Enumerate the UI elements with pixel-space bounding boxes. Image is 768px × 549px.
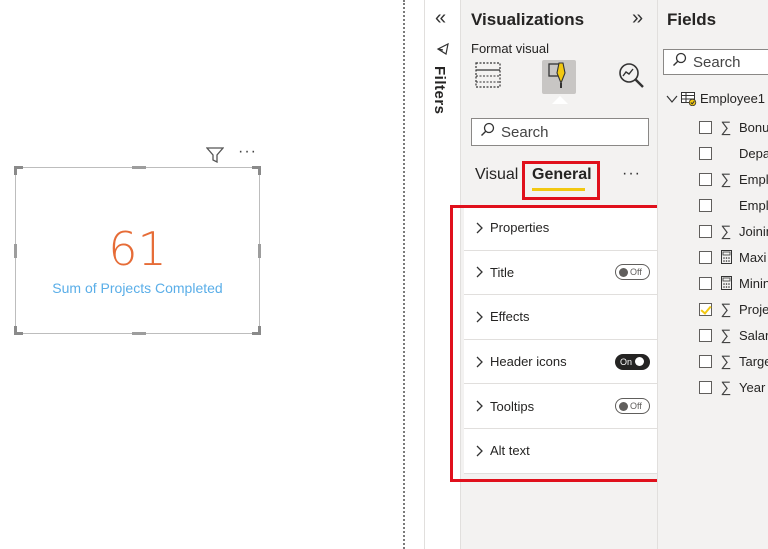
calculator-icon [719,276,733,290]
card-visual[interactable]: 61 Sum of Projects Completed [14,166,261,335]
table-icon [475,61,501,93]
field-item[interactable]: ∑ Salar [699,322,768,348]
more-options-icon[interactable]: ··· [238,144,257,160]
resize-corner-bottom-left[interactable] [14,326,23,335]
resize-corner-bottom-right[interactable] [252,326,261,335]
field-checkbox[interactable] [699,146,712,160]
field-name: Maxi [739,249,767,265]
field-item[interactable]: Minin [699,270,768,296]
field-checkbox[interactable] [699,380,712,394]
field-name: Minin [739,275,768,291]
calculator-icon [719,250,733,264]
filter-icon [436,42,450,61]
format-search-input[interactable] [501,123,641,141]
field-item[interactable]: ∑ Proje [699,296,768,322]
format-search-box[interactable] [471,118,649,146]
filter-icon[interactable] [206,147,224,163]
field-name: Salar [739,327,768,343]
fields-title: Fields [667,10,717,29]
field-checkbox[interactable] [699,224,712,238]
sigma-icon: ∑ [720,352,732,370]
analytics-icon [617,61,645,94]
format-brush-icon [546,61,572,94]
field-item[interactable]: ∑ Bonu [699,114,768,140]
visual-header: ··· [206,144,257,164]
resize-handle-left[interactable] [14,244,17,258]
page-boundary [403,0,405,549]
card-label: Sum of Projects Completed [52,280,223,296]
report-canvas[interactable]: ··· 61 Sum of Projects Completed [0,0,404,549]
tab-general[interactable]: General [532,166,592,184]
resize-handle-right[interactable] [258,244,261,258]
field-list: ∑ Bonu Depa ∑ Empl Empl ∑ Joinin [699,114,768,400]
field-name: Targe [739,353,768,369]
fields-search-input[interactable] [693,53,768,71]
fields-search-box[interactable] [663,49,768,75]
field-checkbox[interactable] [699,328,712,342]
sigma-icon: ∑ [720,326,732,344]
field-item[interactable]: ∑ Year [699,374,768,400]
table-node-employee1[interactable]: Employee1 [666,91,765,106]
filters-pane-label[interactable]: Filters [431,66,448,115]
field-name: Joinin [739,223,768,239]
field-name: Year [739,379,766,395]
field-checkbox[interactable] [699,250,712,264]
sigma-icon: ∑ [720,300,732,318]
more-options-icon[interactable]: ··· [622,165,641,183]
card-value: 61 [108,222,167,276]
field-name: Bonu [739,119,768,135]
resize-corner-top-left[interactable] [14,166,23,175]
field-name: Depa [739,145,768,161]
sigma-icon: ∑ [720,222,732,240]
tab-visual[interactable]: Visual [475,166,518,184]
field-item[interactable]: Empl [699,192,768,218]
sections-highlight [450,205,678,482]
chevron-down-icon [666,95,678,103]
search-icon [480,122,495,142]
field-checkbox[interactable] [699,198,712,212]
table-icon [681,91,697,106]
search-icon [672,52,687,72]
analytics-button[interactable] [614,60,648,94]
sigma-icon: ∑ [720,118,732,136]
field-name: Proje [739,301,768,317]
expand-pane-icon[interactable]: » [632,8,643,28]
visualizations-title: Visualizations [471,10,585,29]
field-item[interactable]: Depa [699,140,768,166]
field-checkbox[interactable] [699,276,712,290]
sigma-icon: ∑ [720,170,732,188]
build-visual-button[interactable] [471,60,505,94]
field-name: Empl [739,171,768,187]
selected-pane-caret [552,96,568,104]
fields-pane: Fields Employee1 ∑ Bonu [657,0,768,549]
tab-selected-indicator [532,188,585,191]
resize-handle-bottom[interactable] [132,332,146,335]
resize-handle-top[interactable] [132,166,146,169]
field-checkbox-checked[interactable] [699,302,712,316]
field-item[interactable]: ∑ Empl [699,166,768,192]
visualizations-pane: Visualizations » Format visual Search Vi… [450,0,678,549]
sigma-icon: ∑ [720,378,732,396]
table-name: Employee1 [700,91,766,106]
collapse-pane-icon[interactable]: « [435,8,446,28]
format-visual-label: Format visual [471,41,550,56]
field-name: Empl [739,197,768,213]
field-checkbox[interactable] [699,120,712,134]
field-checkbox[interactable] [699,172,712,186]
field-item[interactable]: Maxi [699,244,768,270]
field-item[interactable]: ∑ Joinin [699,218,768,244]
field-checkbox[interactable] [699,354,712,368]
field-item[interactable]: ∑ Targe [699,348,768,374]
format-visual-button[interactable] [542,60,576,94]
resize-corner-top-right[interactable] [252,166,261,175]
